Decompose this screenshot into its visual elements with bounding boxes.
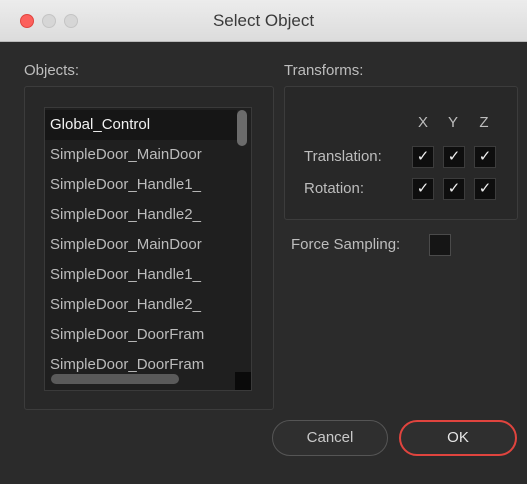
rotation-z-checkbox[interactable]: ✓	[474, 178, 496, 200]
object-list-item[interactable]: SimpleDoor_Handle2_	[45, 290, 237, 320]
translation-x-checkbox[interactable]: ✓	[412, 146, 434, 168]
axis-z-label: Z	[479, 114, 489, 131]
axis-y-label: Y	[447, 114, 458, 131]
vertical-scrollbar[interactable]	[237, 110, 247, 146]
object-list-item[interactable]: SimpleDoor_MainDoor	[45, 230, 237, 260]
object-list-item[interactable]: SimpleDoor_Handle2_	[45, 200, 237, 230]
translation-y-checkbox[interactable]: ✓	[443, 146, 465, 168]
ok-button[interactable]: OK	[399, 420, 517, 456]
object-list-item[interactable]: SimpleDoor_Handle1_	[45, 170, 237, 200]
objects-list[interactable]: Global_Control SimpleDoor_MainDoor Simpl…	[44, 107, 252, 391]
cancel-button[interactable]: Cancel	[272, 420, 388, 456]
scroll-corner	[235, 372, 251, 390]
object-list-item[interactable]: SimpleDoor_DoorFram	[45, 350, 237, 374]
rotation-x-checkbox[interactable]: ✓	[412, 178, 434, 200]
transforms-label: Transforms:	[284, 62, 364, 79]
rotation-label: Rotation:	[304, 180, 365, 197]
axis-x-label: X	[417, 114, 428, 131]
object-list-item[interactable]: Global_Control	[45, 110, 237, 140]
object-list-item[interactable]: SimpleDoor_DoorFram	[45, 320, 237, 350]
force-sampling-label: Force Sampling:	[291, 236, 401, 253]
rotation-y-checkbox[interactable]: ✓	[443, 178, 465, 200]
object-list-item[interactable]: SimpleDoor_MainDoor	[45, 140, 237, 170]
object-list-item[interactable]: SimpleDoor_Handle1_	[45, 260, 237, 290]
translation-label: Translation:	[304, 148, 382, 165]
title-bar: Select Object	[0, 0, 527, 42]
horizontal-scrollbar[interactable]	[51, 374, 179, 384]
objects-label: Objects:	[24, 62, 80, 79]
force-sampling-checkbox[interactable]	[429, 234, 451, 256]
translation-z-checkbox[interactable]: ✓	[474, 146, 496, 168]
window-title: Select Object	[212, 11, 315, 30]
